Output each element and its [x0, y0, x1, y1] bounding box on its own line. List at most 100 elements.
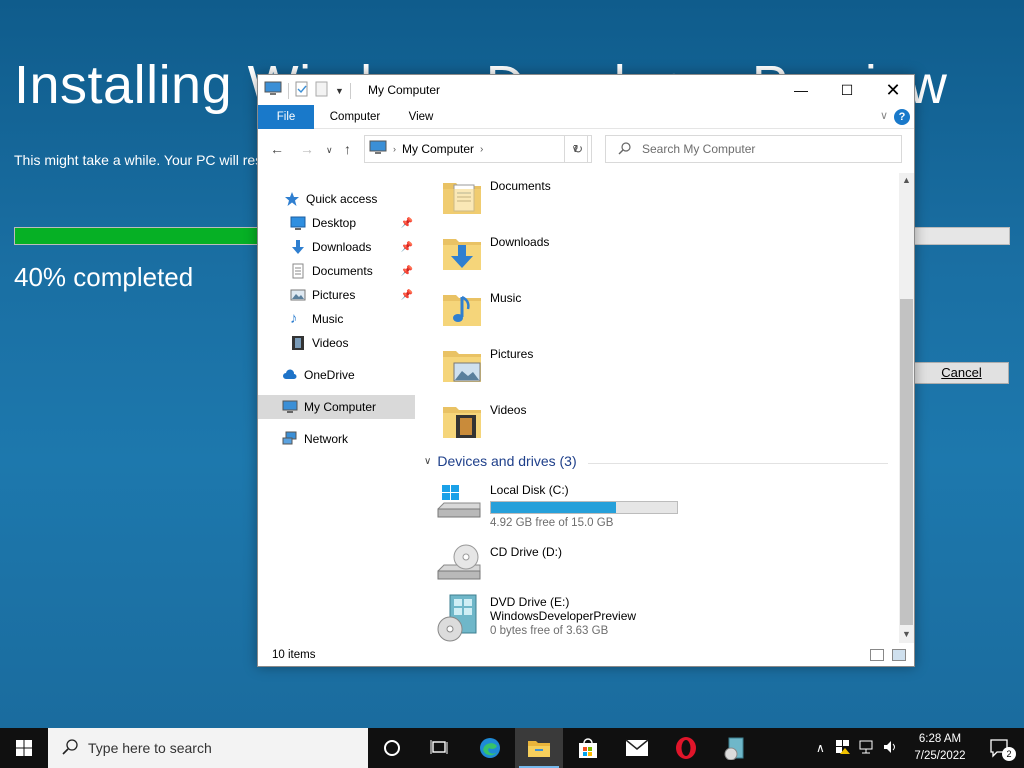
- drive-item-c[interactable]: Local Disk (C:) 4.92 GB free of 15.0 GB: [436, 479, 876, 535]
- folder-item-videos[interactable]: Videos: [442, 397, 862, 445]
- pin-icon[interactable]: 📌: [401, 242, 413, 253]
- pictures-icon: [290, 287, 306, 303]
- cortana-button[interactable]: [368, 728, 416, 768]
- breadcrumb-separator-icon: ›: [393, 144, 396, 154]
- tab-computer[interactable]: Computer: [320, 105, 390, 129]
- nav-item-music[interactable]: ♪ Music: [258, 307, 415, 331]
- documents-folder-icon: [443, 183, 481, 214]
- scroll-down-icon[interactable]: ▼: [899, 629, 914, 639]
- new-folder-icon[interactable]: [315, 81, 329, 100]
- nav-label: My Computer: [304, 400, 377, 414]
- folder-name: Documents: [490, 179, 551, 193]
- mail-button[interactable]: [613, 728, 661, 768]
- show-hidden-icons-chevron-icon[interactable]: ∧: [816, 741, 825, 755]
- folder-name: Pictures: [490, 347, 534, 361]
- notification-count-badge: 2: [1002, 747, 1016, 761]
- volume-icon[interactable]: [883, 740, 899, 757]
- pin-icon[interactable]: 📌: [401, 266, 413, 277]
- ribbon-tabs: File Computer View ∨ ?: [258, 105, 914, 129]
- store-button[interactable]: [564, 728, 612, 768]
- drive-name: Local Disk (C:): [490, 483, 569, 497]
- document-icon: [290, 263, 306, 279]
- nav-item-downloads[interactable]: Downloads 📌: [258, 235, 415, 259]
- nav-item-onedrive[interactable]: OneDrive: [258, 363, 415, 387]
- taskbar-search-box[interactable]: Type here to search: [48, 728, 368, 768]
- nav-item-quick-access[interactable]: Quick access: [258, 187, 415, 211]
- close-button[interactable]: ✕: [870, 75, 916, 105]
- pin-icon[interactable]: 📌: [401, 218, 413, 229]
- clock-time: 6:28 AM: [918, 733, 962, 745]
- details-view-icon[interactable]: [870, 649, 884, 661]
- edge-button[interactable]: [466, 728, 514, 768]
- nav-item-pictures[interactable]: Pictures 📌: [258, 283, 415, 307]
- file-explorer-button[interactable]: [515, 728, 563, 768]
- devices-group-header[interactable]: ∨ Devices and drives (3): [424, 453, 577, 469]
- opera-button[interactable]: [662, 728, 710, 768]
- search-input[interactable]: Search My Computer: [642, 142, 755, 156]
- music-note-icon: ♪: [290, 310, 298, 327]
- action-center-button[interactable]: 2: [976, 728, 1024, 768]
- cd-drive-icon: [437, 544, 481, 580]
- media-app-button[interactable]: [710, 728, 758, 768]
- nav-label: Pictures: [312, 288, 356, 302]
- help-icon[interactable]: ?: [894, 109, 910, 125]
- folder-item-pictures[interactable]: Pictures: [442, 341, 862, 389]
- clock-date: 7/25/2022: [914, 750, 966, 762]
- opera-browser-icon: [676, 737, 696, 759]
- recent-locations-chevron-icon[interactable]: ∨: [326, 145, 333, 156]
- nav-item-my-computer[interactable]: My Computer: [258, 395, 415, 419]
- item-count: 10 items: [272, 649, 316, 661]
- store-bag-icon: [579, 738, 597, 758]
- drive-usage-fill: [491, 502, 616, 513]
- forward-arrow-icon[interactable]: →: [300, 141, 314, 157]
- folder-item-music[interactable]: Music: [442, 285, 862, 333]
- installer-cancel-button[interactable]: Cancel: [914, 362, 1009, 384]
- network-tray-icon[interactable]: [859, 740, 875, 757]
- nav-item-videos[interactable]: Videos: [258, 331, 415, 355]
- folder-item-documents[interactable]: Documents: [442, 173, 862, 221]
- nav-item-network[interactable]: Network: [258, 427, 415, 451]
- vertical-scrollbar[interactable]: ▲ ▼: [899, 173, 914, 643]
- drive-item-e[interactable]: DVD Drive (E:) WindowsDeveloperPreview 0…: [436, 591, 876, 647]
- customize-qa-chevron-icon[interactable]: ▼: [335, 86, 344, 96]
- pin-icon[interactable]: 📌: [401, 290, 413, 301]
- minimize-button[interactable]: —: [778, 75, 824, 105]
- task-view-button[interactable]: [416, 728, 464, 768]
- cortana-circle-icon: [384, 740, 400, 756]
- search-box[interactable]: Search My Computer: [605, 135, 902, 163]
- folder-item-downloads[interactable]: Downloads: [442, 229, 862, 277]
- drive-name: CD Drive (D:): [490, 545, 562, 559]
- up-arrow-icon[interactable]: ↑: [344, 141, 351, 157]
- collapse-chevron-icon[interactable]: ∨: [424, 456, 431, 467]
- taskbar-search-input[interactable]: Type here to search: [88, 740, 212, 756]
- scrollbar-thumb[interactable]: [900, 299, 913, 625]
- folder-name: Videos: [490, 403, 527, 417]
- folder-name: Downloads: [490, 235, 550, 249]
- maximize-button[interactable]: ☐: [824, 75, 870, 105]
- media-app-icon: [724, 737, 744, 760]
- system-tray: ∧: [816, 728, 899, 768]
- drive-free-space: 4.92 GB free of 15.0 GB: [490, 517, 614, 529]
- large-icons-view-icon[interactable]: [892, 649, 906, 661]
- address-bar[interactable]: › My Computer › ∨: [364, 135, 588, 163]
- windows-update-warning-icon[interactable]: [835, 739, 851, 758]
- scroll-up-icon[interactable]: ▲: [899, 175, 914, 185]
- tab-file[interactable]: File: [258, 105, 314, 129]
- system-clock[interactable]: 6:28 AM 7/25/2022: [905, 731, 975, 765]
- group-divider: [588, 463, 888, 464]
- start-button[interactable]: [0, 728, 48, 768]
- drive-name: DVD Drive (E:): [490, 595, 570, 609]
- film-strip-icon: [290, 335, 306, 351]
- expand-ribbon-chevron-icon[interactable]: ∨: [880, 109, 888, 122]
- title-bar[interactable]: ▼ My Computer — ☐ ✕: [258, 75, 914, 105]
- refresh-button[interactable]: ↻: [564, 135, 592, 163]
- nav-label: Documents: [312, 264, 373, 278]
- back-arrow-icon[interactable]: ←: [270, 141, 284, 157]
- drive-usage-bar: [490, 501, 678, 514]
- nav-item-documents[interactable]: Documents 📌: [258, 259, 415, 283]
- tab-view[interactable]: View: [398, 105, 444, 129]
- nav-item-desktop[interactable]: Desktop 📌: [258, 211, 415, 235]
- downloads-folder-icon: [443, 239, 481, 270]
- drive-item-d[interactable]: CD Drive (D:): [436, 541, 876, 597]
- properties-icon[interactable]: [295, 81, 309, 100]
